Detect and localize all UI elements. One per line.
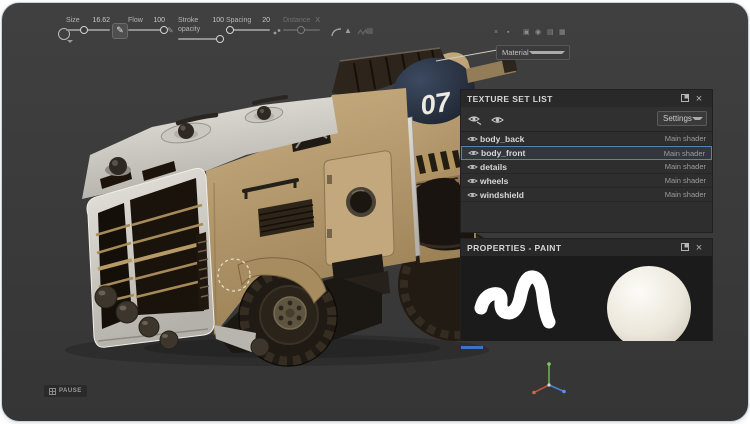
settings-dropdown-label: Settings	[658, 114, 692, 123]
slider-value: 100	[212, 16, 224, 34]
slider-label: Spacing	[226, 16, 251, 25]
stroke-opacity-slider[interactable]	[178, 38, 224, 40]
texture-set-name: body_back	[480, 134, 665, 144]
toolbar-cluster-icon[interactable]: ▪	[507, 29, 509, 37]
shader-label: Main shader	[665, 162, 706, 171]
slider-label: Stroke opacity	[178, 16, 212, 34]
toolbar-cluster-icon[interactable]: ▣	[523, 29, 530, 37]
visibility-eye-icon[interactable]	[467, 163, 480, 171]
slider-label: Distance	[283, 16, 310, 25]
stamp-dots-icon[interactable]	[273, 28, 281, 39]
visibility-eye-icon[interactable]	[468, 149, 481, 157]
pen-icon: ✎	[116, 25, 124, 35]
shader-label: Main shader	[665, 190, 706, 199]
settings-dropdown[interactable]: Settings	[657, 111, 707, 126]
toolbar-cluster-icon[interactable]: ◉	[535, 29, 541, 37]
spacing-slider[interactable]	[226, 29, 270, 31]
detach-panel-icon[interactable]	[678, 243, 692, 253]
stroke-opacity-slider-group: Stroke opacity100	[178, 16, 224, 40]
visibility-eye-icon[interactable]	[467, 191, 480, 199]
panel-title: TEXTURE SET LIST	[467, 94, 678, 104]
close-icon[interactable]: ×	[692, 94, 706, 104]
shader-label: Main shader	[665, 134, 706, 143]
flow-slider[interactable]	[128, 29, 165, 31]
pause-label: PAUSE	[59, 388, 82, 394]
close-icon[interactable]: ×	[692, 243, 706, 253]
brush-toolbar: Size16.62 ✎ Flow100 ✎ Stroke opacity100 …	[2, 3, 748, 63]
grid-pattern-icon[interactable]: ▦	[366, 26, 374, 36]
navigation-gizmo[interactable]	[528, 359, 572, 399]
panel-title: PROPERTIES - PAINT	[467, 243, 678, 253]
flow-slider-group: Flow 100	[128, 16, 165, 31]
chevron-down-icon	[692, 117, 703, 123]
falloff-curve-icon[interactable]	[331, 28, 342, 40]
paint-tool-button[interactable]: ✎	[112, 23, 128, 39]
texture-set-row[interactable]: details Main shader	[461, 160, 712, 174]
slider-handle[interactable]	[226, 26, 234, 34]
panel-header: PROPERTIES - PAINT ×	[461, 239, 712, 256]
distance-slider-group: Distance X	[283, 16, 320, 31]
properties-panel: PROPERTIES - PAINT ×	[460, 238, 713, 341]
slider-handle[interactable]	[80, 26, 88, 34]
texture-set-row[interactable]: windshield Main shader	[461, 188, 712, 202]
brush-stroke-preview[interactable]	[469, 256, 589, 341]
toolbar-cluster-icon[interactable]: ▤	[547, 29, 554, 37]
chevron-down-icon	[529, 51, 565, 57]
texture-set-list-panel: TEXTURE SET LIST × Settings body_back Ma…	[460, 89, 713, 233]
shader-label: Main shader	[664, 149, 705, 158]
material-dropdown-value: Material	[497, 48, 529, 57]
material-sphere-preview[interactable]	[607, 266, 691, 341]
texture-set-row-selected[interactable]: body_front Main shader	[461, 146, 712, 160]
slider-value: X	[315, 16, 320, 25]
pen-icon[interactable]: ✎	[167, 26, 174, 36]
material-dropdown[interactable]: Material	[496, 45, 570, 60]
mountain-profile-icon[interactable]: ▲	[344, 26, 352, 36]
toolbar-cluster-icon[interactable]: ×	[494, 29, 498, 37]
slider-label: Size	[66, 16, 80, 25]
slider-value: 20	[262, 16, 270, 25]
slider-value: 16.62	[92, 16, 110, 25]
detach-panel-icon[interactable]	[678, 94, 692, 104]
size-slider[interactable]	[66, 29, 110, 31]
pause-icon	[49, 388, 56, 395]
texture-set-name: body_front	[481, 148, 664, 158]
pause-engine-button[interactable]: PAUSE	[44, 385, 87, 397]
brush-preview-area	[461, 256, 712, 341]
texture-set-name: wheels	[480, 176, 665, 186]
slider-handle[interactable]	[297, 26, 305, 34]
application-window: 07	[1, 2, 749, 422]
solo-visibility-icon[interactable]	[491, 112, 504, 130]
visibility-eye-icon[interactable]	[467, 177, 480, 185]
scroll-indicator[interactable]	[461, 346, 483, 349]
texture-set-toolbar: Settings	[461, 107, 712, 132]
texture-set-row[interactable]: wheels Main shader	[461, 174, 712, 188]
toggle-all-visibility-icon[interactable]	[468, 112, 482, 130]
size-slider-group: Size 16.62	[66, 16, 110, 31]
shader-label: Main shader	[665, 176, 706, 185]
slider-handle[interactable]	[216, 35, 224, 43]
slider-label: Flow	[128, 16, 143, 25]
panel-header: TEXTURE SET LIST ×	[461, 90, 712, 107]
slider-value: 100	[153, 16, 165, 25]
texture-set-name: details	[480, 162, 665, 172]
texture-set-row[interactable]: body_back Main shader	[461, 132, 712, 146]
spacing-slider-group: Spacing 20	[226, 16, 270, 31]
texture-set-name: windshield	[480, 190, 665, 200]
toolbar-cluster-icon[interactable]: ▦	[559, 29, 566, 37]
distance-slider[interactable]	[283, 29, 320, 31]
visibility-eye-icon[interactable]	[467, 135, 480, 143]
